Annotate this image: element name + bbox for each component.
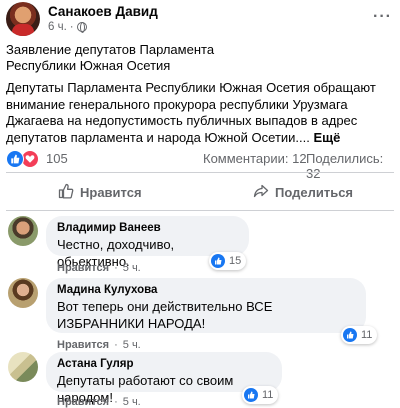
comment-like-link[interactable]: Нравится — [57, 262, 109, 274]
comment: Астана Гуляр Депутаты работают со своим … — [6, 352, 396, 408]
post-body: Депутаты Парламента Республики Южная Осе… — [6, 80, 396, 146]
commenter-avatar[interactable] — [8, 352, 38, 382]
reaction-count[interactable]: 105 — [46, 151, 68, 166]
comment-time[interactable]: 5 ч. — [123, 396, 141, 408]
more-options-icon[interactable]: ··· — [373, 8, 392, 26]
comment-like-link[interactable]: Нравится — [57, 339, 109, 351]
commenter-avatar[interactable] — [8, 278, 38, 308]
comment: Мадина Кулухова Вот теперь они действите… — [6, 278, 396, 351]
divider — [6, 210, 394, 211]
comment-actions: Нравится · 5 ч. — [57, 396, 141, 408]
comment-bubble: Владимир Ванеев Честно, доходчиво, обьек… — [46, 216, 249, 269]
comment-likes: 15 — [229, 255, 242, 267]
author-avatar[interactable] — [6, 2, 40, 36]
share-label: Поделиться — [275, 184, 354, 200]
like-reaction-icon — [6, 150, 24, 168]
comment-text: Вот теперь они действительно ВСЕ ИЗБРАНН… — [57, 299, 273, 331]
comment-reaction-count[interactable]: 11 — [341, 326, 378, 344]
globe-icon — [76, 22, 87, 33]
author-name[interactable]: Санакоев Давид — [48, 4, 158, 19]
see-more-link[interactable]: Ещё — [314, 130, 341, 145]
comments-count[interactable]: Комментарии: 12 — [203, 151, 307, 166]
like-reaction-icon — [343, 328, 357, 342]
thumbs-up-icon — [58, 183, 74, 202]
reaction-icons[interactable] — [6, 150, 39, 168]
comment-time[interactable]: 5 ч. — [123, 262, 141, 274]
post-header: Санакоев Давид 6 ч. · ··· — [6, 2, 394, 38]
post-meta: 6 ч. · — [48, 21, 87, 33]
comment-reaction-count[interactable]: 11 — [242, 386, 279, 404]
comment-likes: 11 — [262, 389, 274, 401]
comment: Владимир Ванеев Честно, доходчиво, обьек… — [6, 216, 396, 274]
divider — [6, 172, 394, 173]
like-reaction-icon — [211, 254, 225, 268]
commenter-name[interactable]: Мадина Кулухова — [57, 283, 355, 298]
commenter-avatar[interactable] — [8, 216, 38, 246]
comment-time[interactable]: 5 ч. — [123, 339, 141, 351]
like-reaction-icon — [244, 388, 258, 402]
like-label: Нравится — [80, 184, 142, 200]
share-button[interactable]: Поделиться — [253, 178, 353, 206]
post-title: Заявление депутатов Парламента Республик… — [6, 42, 215, 73]
shares-count[interactable]: Поделились: 32 — [306, 151, 396, 181]
comment-actions: Нравится · 5 ч. — [57, 262, 141, 274]
comment-bubble: Мадина Кулухова Вот теперь они действите… — [46, 278, 366, 333]
post-time[interactable]: 6 ч. — [48, 21, 67, 33]
comment-like-link[interactable]: Нравится — [57, 396, 109, 408]
comment-likes: 11 — [361, 329, 373, 341]
commenter-name[interactable]: Владимир Ванеев — [57, 221, 238, 236]
like-button[interactable]: Нравится — [58, 178, 142, 206]
share-arrow-icon — [253, 183, 269, 202]
comment-actions: Нравится · 5 ч. — [57, 339, 141, 351]
comment-reaction-count[interactable]: 15 — [209, 252, 247, 270]
reactions-summary: 105 Комментарии: 12 Поделились: 32 — [6, 150, 396, 181]
commenter-name[interactable]: Астана Гуляр — [57, 357, 271, 372]
